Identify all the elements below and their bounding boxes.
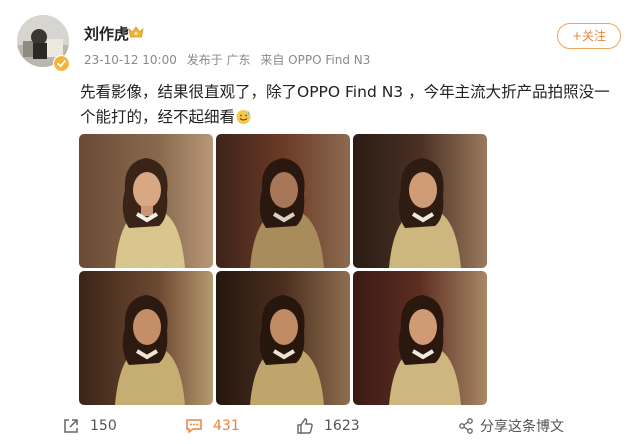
share-label: 分享这条博文 [480, 419, 564, 435]
follow-button[interactable]: +关注 [557, 23, 621, 49]
photo-4[interactable] [79, 271, 213, 405]
photo-6[interactable] [353, 271, 487, 405]
crown-icon [128, 26, 144, 38]
username[interactable]: 刘作虎 [84, 23, 129, 44]
repost-icon [64, 419, 78, 433]
photo-3[interactable] [353, 134, 487, 268]
sweat-smile-emoji-icon [236, 110, 251, 124]
weibo-post: 刘作虎 23-10-12 10:00 发布于 广东 来自 OPPO Find N… [0, 0, 640, 444]
post-text: 先看影像，结果很直观了，除了OPPO Find N3 ，今年主流大折产品拍照没一… [80, 80, 625, 130]
repost-button[interactable]: 150 [62, 416, 117, 436]
like-button[interactable]: 1623 [296, 416, 360, 436]
post-location: 发布于 广东 [186, 53, 251, 67]
photo-2[interactable] [216, 134, 350, 268]
verified-badge-icon [53, 55, 70, 72]
like-count: 1623 [324, 418, 360, 434]
share-icon [459, 418, 473, 434]
photo-grid [79, 134, 487, 406]
share-button[interactable]: 分享这条博文 [458, 416, 564, 436]
post-text-content: 先看影像，结果很直观了，除了OPPO Find N3 ，今年主流大折产品拍照没一… [80, 83, 610, 126]
post-timestamp[interactable]: 23-10-12 10:00 [84, 53, 177, 67]
comment-button[interactable]: 431 [185, 416, 240, 436]
action-bar: 150 431 1623 分享这条博文 [0, 408, 640, 444]
repost-count: 150 [90, 418, 117, 434]
post-meta: 23-10-12 10:00 发布于 广东 来自 OPPO Find N3 [84, 51, 376, 68]
post-source: 来自 OPPO Find N3 [260, 53, 371, 67]
comment-count: 431 [213, 418, 240, 434]
comment-icon [186, 419, 202, 434]
photo-1[interactable] [79, 134, 213, 268]
photo-5[interactable] [216, 271, 350, 405]
thumbs-up-icon [297, 418, 313, 434]
